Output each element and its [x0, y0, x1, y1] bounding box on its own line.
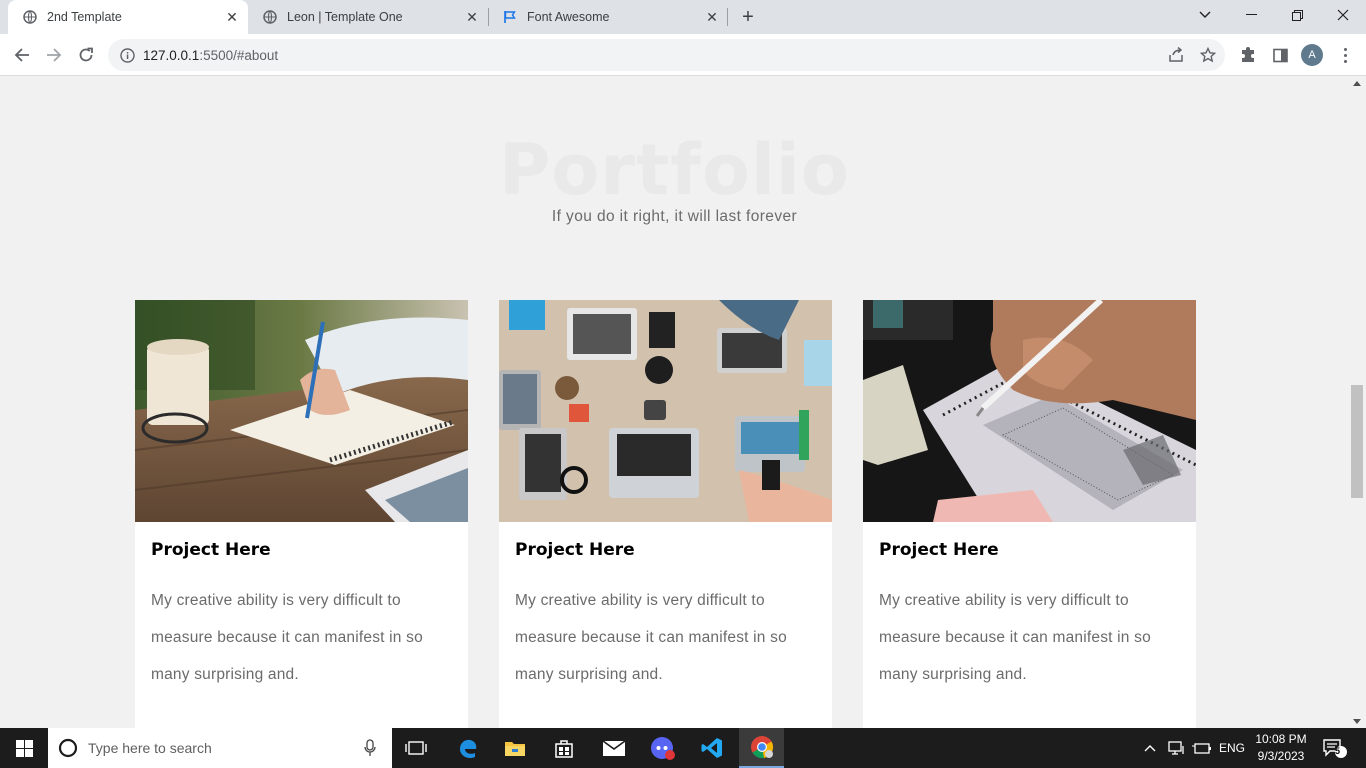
page-viewport: Portfolio If you do it right, it will la…: [0, 77, 1349, 728]
tab-title: 2nd Template: [47, 10, 122, 24]
tab-divider: [727, 8, 728, 26]
notification-center-icon[interactable]: 5: [1322, 728, 1348, 768]
tab-leon-template[interactable]: Leon | Template One ✕: [248, 0, 488, 34]
project-description: My creative ability is very difficult to…: [515, 592, 787, 683]
flag-icon: [502, 9, 518, 25]
clock-date: 9/3/2023: [1257, 749, 1305, 763]
project-card[interactable]: Project Here My creative ability is very…: [863, 300, 1196, 728]
scroll-down-arrow-icon[interactable]: [1353, 719, 1361, 724]
globe-icon: [262, 9, 278, 25]
windows-start-icon[interactable]: [0, 728, 48, 768]
cortana-circle-icon: [58, 738, 78, 758]
tab-title: Font Awesome: [527, 10, 610, 24]
close-tab-icon[interactable]: ✕: [462, 7, 482, 27]
vscode-icon[interactable]: [694, 728, 730, 768]
edge-browser-icon[interactable]: [450, 728, 486, 768]
page-scrollbar[interactable]: [1349, 77, 1366, 728]
answer-sheet-pencil-photo: [863, 300, 1196, 522]
mail-icon[interactable]: [596, 728, 632, 768]
scrollbar-thumb[interactable]: [1351, 385, 1363, 498]
microphone-icon[interactable]: [364, 739, 376, 757]
microsoft-store-icon[interactable]: [546, 728, 582, 768]
project-description: My creative ability is very difficult to…: [151, 592, 423, 683]
scroll-up-arrow-icon[interactable]: [1353, 81, 1361, 86]
extensions-puzzle-icon[interactable]: [1238, 45, 1258, 65]
section-subtitle: If you do it right, it will last forever: [551, 208, 798, 225]
project-card[interactable]: Project Here My creative ability is very…: [499, 300, 832, 728]
url-text[interactable]: 127.0.0.1:5500/#about: [143, 48, 278, 63]
close-window-icon[interactable]: [1320, 0, 1366, 30]
close-tab-icon[interactable]: ✕: [222, 7, 242, 27]
battery-icon[interactable]: [1192, 728, 1212, 768]
back-arrow-icon[interactable]: [8, 41, 36, 69]
close-tab-icon[interactable]: ✕: [702, 7, 722, 27]
project-title: Project Here: [151, 540, 271, 560]
section-title: Portfolio: [498, 129, 850, 211]
network-icon[interactable]: [1168, 728, 1186, 768]
clock-time: 10:08 PM: [1255, 732, 1307, 746]
profile-avatar[interactable]: A: [1301, 44, 1323, 66]
minimize-icon[interactable]: [1228, 0, 1274, 30]
project-card[interactable]: Project Here My creative ability is very…: [135, 300, 468, 728]
tab-search-chevron-icon[interactable]: [1182, 0, 1228, 30]
project-title: Project Here: [515, 540, 635, 560]
address-bar[interactable]: 127.0.0.1:5500/#about: [108, 39, 1225, 71]
browser-toolbar: 127.0.0.1:5500/#about A: [0, 34, 1366, 76]
restore-icon[interactable]: [1274, 0, 1320, 30]
site-info-icon[interactable]: [119, 47, 135, 63]
project-description: My creative ability is very difficult to…: [879, 592, 1151, 683]
task-view-icon[interactable]: [398, 728, 434, 768]
system-clock[interactable]: 10:08 PM 9/3/2023: [1250, 731, 1312, 765]
menu-kebab-icon[interactable]: [1338, 44, 1352, 66]
new-tab-button[interactable]: +: [736, 5, 760, 29]
taskbar-search-box[interactable]: Type here to search: [48, 728, 392, 768]
bookmark-star-icon[interactable]: [1198, 45, 1218, 65]
url-host: 127.0.0.1: [143, 47, 200, 63]
team-laptops-desk-photo: [499, 300, 832, 522]
url-path: :5500/#about: [199, 47, 279, 63]
tab-2nd-template[interactable]: 2nd Template ✕: [8, 0, 248, 34]
share-icon[interactable]: [1166, 45, 1186, 65]
tab-title: Leon | Template One: [287, 10, 403, 24]
windows-taskbar: Type here to search ENG 10:08 PM 9/3/202…: [0, 728, 1366, 768]
project-title: Project Here: [879, 540, 999, 560]
reload-icon[interactable]: [72, 41, 100, 69]
discord-icon[interactable]: [645, 728, 681, 768]
notebook-writing-photo: [135, 300, 468, 522]
globe-icon: [22, 9, 38, 25]
forward-arrow-icon[interactable]: [40, 41, 68, 69]
file-explorer-icon[interactable]: [497, 728, 533, 768]
search-placeholder: Type here to search: [88, 740, 212, 756]
language-indicator[interactable]: ENG: [1219, 728, 1245, 768]
tab-strip: 2nd Template ✕ Leon | Template One ✕ Fon…: [0, 0, 1366, 34]
chrome-taskbar-icon[interactable]: [739, 728, 784, 768]
notification-count-badge: 5: [1335, 746, 1341, 756]
tab-font-awesome[interactable]: Font Awesome ✕: [488, 0, 728, 34]
side-panel-icon[interactable]: [1270, 45, 1290, 65]
show-hidden-icons-chevron-icon[interactable]: [1144, 728, 1156, 768]
